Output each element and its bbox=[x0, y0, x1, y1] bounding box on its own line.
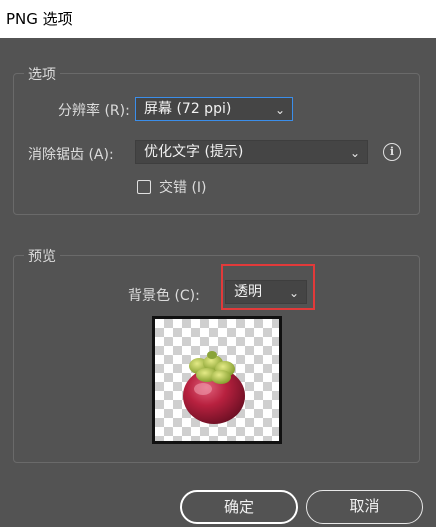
interlace-label[interactable]: 交错 (I) bbox=[159, 177, 207, 197]
resolution-label: 分辨率 (R): bbox=[58, 103, 130, 119]
window-title: PNG 选项 bbox=[6, 10, 73, 28]
preview-group-title: 预览 bbox=[24, 246, 60, 266]
resolution-select[interactable]: 屏幕 (72 ppi) ⌄ bbox=[135, 97, 293, 121]
antialias-select[interactable]: 优化文字 (提示) ⌄ bbox=[135, 140, 368, 164]
chevron-down-icon: ⌄ bbox=[274, 103, 285, 117]
background-label: 背景色 (C): bbox=[128, 288, 200, 304]
cancel-button[interactable]: 取消 bbox=[306, 490, 423, 524]
ok-button[interactable]: 确定 bbox=[180, 490, 298, 524]
highlight-box bbox=[221, 264, 315, 310]
preview-image bbox=[152, 316, 282, 444]
resolution-value: 屏幕 (72 ppi) bbox=[144, 101, 232, 117]
options-group-title: 选项 bbox=[24, 64, 60, 84]
mangosteen-image bbox=[183, 351, 245, 424]
title-bar: PNG 选项 bbox=[0, 0, 436, 38]
antialias-value: 优化文字 (提示) bbox=[144, 144, 244, 160]
chevron-down-icon: ⌄ bbox=[349, 146, 360, 160]
info-icon[interactable]: i bbox=[383, 143, 401, 161]
antialias-label: 消除锯齿 (A): bbox=[28, 147, 114, 163]
interlace-checkbox[interactable] bbox=[137, 180, 151, 194]
